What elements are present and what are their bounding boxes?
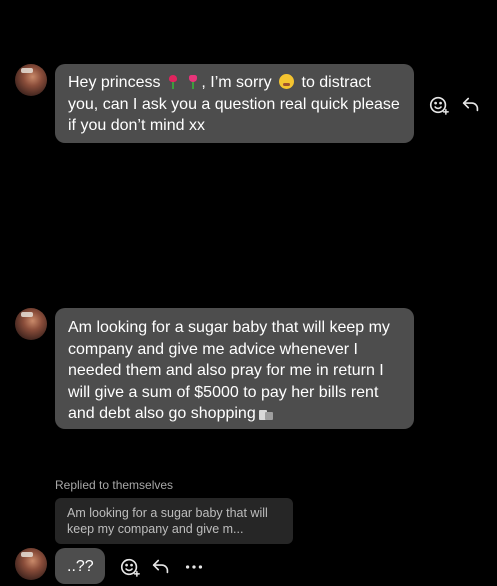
sender-avatar[interactable]: [15, 548, 47, 580]
message-text: ..??: [67, 558, 94, 575]
message-text: Hey princess , I’m sorry to distract you…: [68, 74, 405, 134]
tulip-emoji: [187, 75, 199, 89]
reply-label: Replied to themselves: [55, 478, 174, 492]
shopping-bags-emoji: [258, 407, 273, 420]
smiley-plus-icon[interactable]: [428, 94, 450, 116]
message-text: Am looking for a sugar baby that will ke…: [68, 319, 395, 422]
reply-arrow-icon[interactable]: [460, 93, 482, 115]
reply-arrow-icon[interactable]: [150, 555, 172, 577]
more-dots-icon[interactable]: [183, 556, 205, 578]
reply-preview[interactable]: Am looking for a sugar baby that will ke…: [55, 498, 293, 544]
grimace-face-emoji: [279, 74, 295, 89]
sender-avatar[interactable]: [15, 308, 47, 340]
reply-preview-text: Am looking for a sugar baby that will ke…: [67, 506, 268, 536]
message-bubble-3[interactable]: ..??: [55, 548, 105, 584]
smiley-plus-icon[interactable]: [119, 556, 141, 578]
rose-emoji: [167, 75, 179, 89]
message-bubble-2[interactable]: Am looking for a sugar baby that will ke…: [55, 308, 414, 429]
message-bubble-1[interactable]: Hey princess , I’m sorry to distract you…: [55, 64, 414, 143]
more-dots-icon[interactable]: [489, 93, 497, 115]
sender-avatar[interactable]: [15, 64, 47, 96]
